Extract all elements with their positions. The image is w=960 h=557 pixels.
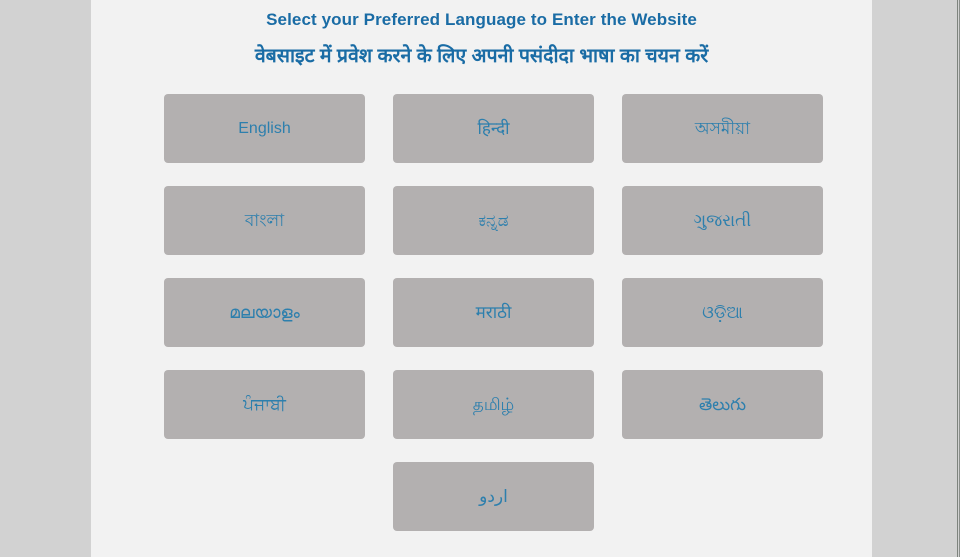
language-cell: ಕನ್ನಡ <box>379 186 608 278</box>
page-title-english: Select your Preferred Language to Enter … <box>266 10 697 29</box>
language-button-english[interactable]: English <box>164 94 365 163</box>
language-button-tamil[interactable]: தமிழ் <box>393 370 594 439</box>
language-cell: অসমীয়া <box>608 94 837 186</box>
language-cell: বাংলা <box>150 186 379 278</box>
language-cell: മലയാളം <box>150 278 379 370</box>
language-cell: اردو <box>379 462 608 554</box>
language-button-marathi[interactable]: मराठी <box>393 278 594 347</box>
page-title-hindi: वेबसाइट में प्रवेश करने के लिए अपनी पसंद… <box>254 45 709 67</box>
language-cell: ଓଡ଼ିଆ <box>608 278 837 370</box>
right-gutter <box>872 0 960 557</box>
language-button-hindi[interactable]: हिन्दी <box>393 94 594 163</box>
language-button-grid: English हिन्दी অসমীয়া বাংলা ಕನ್ನಡ ગુજરાતી മലയ… <box>150 69 858 554</box>
left-gutter <box>0 0 91 557</box>
language-cell: ਪੰਜਾਬੀ <box>150 370 379 462</box>
language-cell: हिन्दी <box>379 94 608 186</box>
page-headings: Select your Preferred Language to Enter … <box>91 0 872 69</box>
language-button-urdu[interactable]: اردو <box>393 462 594 531</box>
language-cell: ગુજરાતી <box>608 186 837 278</box>
language-cell: English <box>150 94 379 186</box>
language-selection-page: Select your Preferred Language to Enter … <box>91 0 872 557</box>
window-edge-rule <box>957 0 958 557</box>
language-cell: తెలుగు <box>608 370 837 462</box>
language-button-telugu[interactable]: తెలుగు <box>622 370 823 439</box>
browser-viewport: Select your Preferred Language to Enter … <box>0 0 960 557</box>
language-cell: मराठी <box>379 278 608 370</box>
language-button-punjabi[interactable]: ਪੰਜਾਬੀ <box>164 370 365 439</box>
language-cell: தமிழ் <box>379 370 608 462</box>
language-button-kannada[interactable]: ಕನ್ನಡ <box>393 186 594 255</box>
language-button-malayalam[interactable]: മലയാളം <box>164 278 365 347</box>
language-button-odia[interactable]: ଓଡ଼ିଆ <box>622 278 823 347</box>
language-button-bengali[interactable]: বাংলা <box>164 186 365 255</box>
language-button-assamese[interactable]: অসমীয়া <box>622 94 823 163</box>
language-button-gujarati[interactable]: ગુજરાતી <box>622 186 823 255</box>
